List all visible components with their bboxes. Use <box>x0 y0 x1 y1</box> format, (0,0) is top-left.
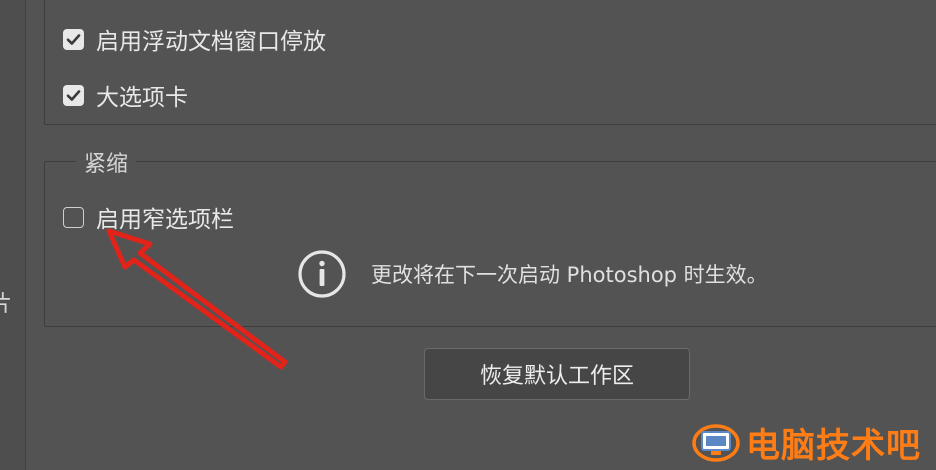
watermark-text: 电脑技术吧 <box>746 426 921 466</box>
watermark: 电脑技术吧 <box>692 418 921 467</box>
red-arrow-annotation <box>106 228 288 370</box>
monitor-logo-icon <box>692 423 740 462</box>
